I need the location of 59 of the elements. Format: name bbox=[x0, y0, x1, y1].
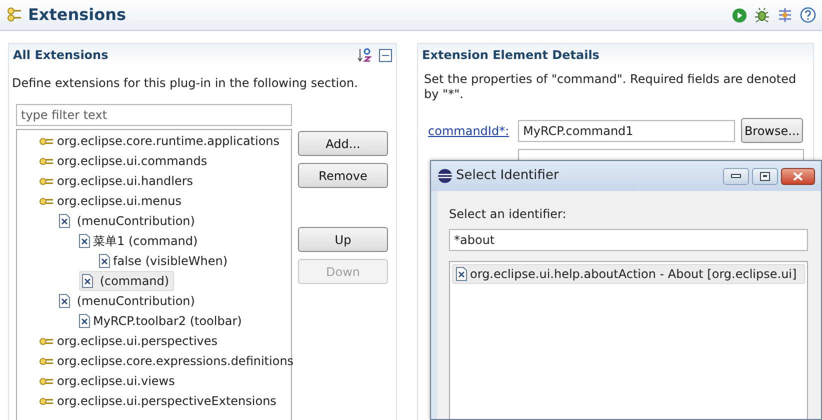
plug-icon bbox=[39, 176, 54, 186]
close-icon bbox=[793, 172, 803, 180]
tree-item[interactable]: org.eclipse.ui.commands bbox=[39, 152, 208, 170]
tree-item[interactable]: (menuContribution) bbox=[59, 292, 195, 310]
xml-file-icon bbox=[79, 234, 90, 248]
button[interactable]: Up bbox=[298, 227, 388, 252]
bug-icon[interactable] bbox=[754, 7, 770, 23]
search-field[interactable]: *about bbox=[449, 229, 808, 251]
section-title: Extension Element Details bbox=[422, 47, 600, 64]
plug-icon bbox=[39, 196, 54, 206]
tree-item[interactable]: org.eclipse.core.runtime.applications bbox=[39, 132, 280, 150]
plug-icon bbox=[39, 336, 54, 346]
section-description: Define extensions for this plug-in in the following section. bbox=[11, 75, 359, 92]
button[interactable]: Remove bbox=[298, 163, 388, 188]
xml-file-icon bbox=[79, 314, 90, 328]
close-button[interactable] bbox=[781, 168, 815, 184]
tree-item[interactable]: (menuContribution) bbox=[59, 212, 195, 230]
tree-item[interactable]: 菜单1 (command) bbox=[79, 232, 198, 250]
tree-item[interactable]: org.eclipse.ui.handlers bbox=[39, 172, 194, 190]
xml-file-icon bbox=[59, 214, 70, 228]
xml-file-icon bbox=[59, 294, 70, 308]
minimize-button[interactable] bbox=[723, 168, 749, 184]
text-field[interactable]: MyRCP.command1 bbox=[518, 120, 736, 142]
minimize-icon bbox=[731, 174, 741, 178]
tree-item[interactable]: org.eclipse.ui.views bbox=[39, 372, 175, 390]
xml-file-icon bbox=[82, 274, 93, 288]
browse-button[interactable]: Browse... bbox=[741, 118, 804, 143]
plug-icon bbox=[39, 156, 54, 166]
dialog-prompt: Select an identifier: bbox=[449, 206, 568, 223]
xml-file-icon bbox=[99, 254, 110, 268]
editor-title: Extensions bbox=[28, 4, 126, 26]
collapse-icon[interactable] bbox=[379, 48, 392, 62]
run-icon[interactable] bbox=[732, 8, 747, 22]
tree-item[interactable]: false (visibleWhen) bbox=[99, 252, 228, 270]
export-icon[interactable] bbox=[777, 7, 793, 23]
plug-icon bbox=[39, 376, 54, 386]
filter-field[interactable]: type filter text bbox=[16, 104, 292, 126]
tree-item[interactable]: org.eclipse.ui.perspectiveExtensions bbox=[39, 392, 276, 410]
tree-item[interactable]: org.eclipse.ui.menus bbox=[39, 192, 182, 210]
section-title: All Extensions bbox=[13, 47, 108, 64]
plug-icon bbox=[39, 396, 54, 406]
plug-icon bbox=[39, 356, 54, 366]
list-item[interactable]: org.eclipse.ui.help.aboutAction - About [org.eclipse.ui] bbox=[452, 264, 805, 284]
maximize-icon bbox=[760, 172, 770, 180]
eclipse-icon bbox=[437, 168, 453, 184]
field-link[interactable]: commandId*: bbox=[428, 122, 518, 140]
help-icon[interactable] bbox=[800, 7, 816, 23]
tree-item[interactable]: org.eclipse.core.expressions.definitions bbox=[39, 352, 294, 370]
plug-icon bbox=[6, 7, 22, 23]
tree-item[interactable]: (command) bbox=[79, 271, 174, 291]
tree-item[interactable]: org.eclipse.ui.perspectives bbox=[39, 332, 218, 350]
section-description: Set the properties of "command". Required fields are denoted by "*". bbox=[423, 71, 798, 102]
dialog-title: Select Identifier bbox=[456, 167, 559, 186]
button[interactable]: Add... bbox=[298, 131, 388, 156]
sort-icon[interactable] bbox=[357, 47, 374, 63]
plug-icon bbox=[39, 136, 54, 146]
maximize-button[interactable] bbox=[752, 168, 778, 184]
xml-file-icon bbox=[456, 267, 467, 281]
tree-item[interactable]: MyRCP.toolbar2 (toolbar) bbox=[79, 312, 242, 330]
